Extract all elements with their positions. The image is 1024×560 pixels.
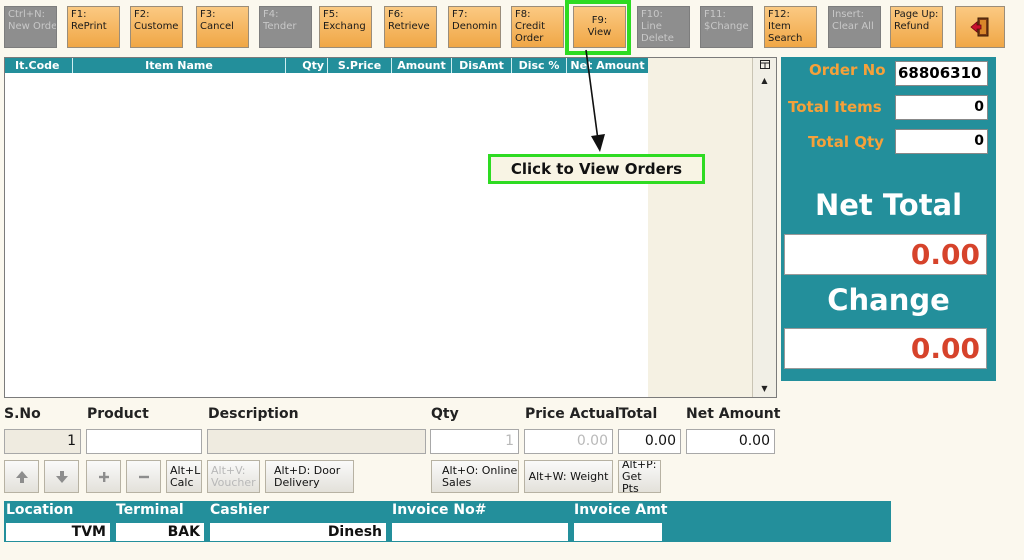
terminal-value: BAK xyxy=(116,523,204,541)
get-points-button[interactable]: Alt+P: Get Pts xyxy=(618,460,661,493)
col-disamt: DisAmt xyxy=(452,58,512,73)
sno-field: 1 xyxy=(4,429,81,454)
col-sprice: S.Price xyxy=(328,58,392,73)
net-amount-field: 0.00 xyxy=(686,429,775,454)
column-chooser-icon[interactable] xyxy=(755,58,774,70)
calc-button[interactable]: Alt+L: Calc xyxy=(166,460,202,493)
scroll-up-icon[interactable]: ▲ xyxy=(755,73,774,87)
exchange-button[interactable]: F5: Exchang xyxy=(319,6,372,48)
retrieve-button[interactable]: F6: Retrieve xyxy=(384,6,437,48)
denomination-button[interactable]: F7: Denomin xyxy=(448,6,501,48)
tender-button[interactable]: F4: Tender xyxy=(259,6,312,48)
terminal-label: Terminal xyxy=(116,502,184,518)
refund-button[interactable]: Page Up: Refund xyxy=(890,6,943,48)
plus-icon xyxy=(98,471,109,482)
cancel-button[interactable]: F3: Cancel xyxy=(196,6,249,48)
view-orders-callout: Click to View Orders xyxy=(488,154,705,184)
qty-input[interactable]: 1 xyxy=(430,429,519,454)
exit-button[interactable] xyxy=(955,6,1005,48)
arrow-up-icon xyxy=(15,470,28,483)
net-amount-label: Net Amount xyxy=(686,406,781,422)
cashier-value: Dinesh xyxy=(210,523,386,541)
item-search-button[interactable]: F12: Item Search xyxy=(764,6,817,48)
change-value: 0.00 xyxy=(784,328,987,369)
order-no-label: Order No xyxy=(809,61,886,79)
change-button[interactable]: F11: $Change xyxy=(700,6,753,48)
total-field: 0.00 xyxy=(618,429,681,454)
product-label: Product xyxy=(87,406,149,422)
weight-button[interactable]: Alt+W: Weight xyxy=(524,460,613,493)
move-up-button[interactable] xyxy=(4,460,39,493)
location-value: TVM xyxy=(6,523,110,541)
col-disc-pct: Disc % xyxy=(512,58,567,73)
price-actual-input[interactable]: 0.00 xyxy=(524,429,613,454)
scroll-down-icon[interactable]: ▼ xyxy=(755,381,774,395)
invoice-no-label: Invoice No# xyxy=(392,502,487,518)
col-net-amount: Net Amount xyxy=(570,59,645,72)
door-delivery-button[interactable]: Alt+D: Door Delivery xyxy=(265,460,354,493)
sno-label: S.No xyxy=(4,406,41,422)
reprint-button[interactable]: F1: RePrint xyxy=(67,6,120,48)
description-label: Description xyxy=(208,406,299,422)
qty-label: Qty xyxy=(431,406,459,422)
move-down-button[interactable] xyxy=(44,460,79,493)
clear-all-button[interactable]: Insert: Clear All xyxy=(828,6,881,48)
item-grid[interactable]: It.Code Item Name Qty S.Price Amount Dis… xyxy=(4,57,777,398)
grid-empty-area xyxy=(648,58,753,397)
online-sales-button[interactable]: Alt+O: Online Sales xyxy=(431,460,519,493)
col-amount: Amount xyxy=(392,58,452,73)
cashier-label: Cashier xyxy=(210,502,270,518)
customer-button[interactable]: F2: Custome xyxy=(130,6,183,48)
credit-order-button[interactable]: F8: Credit Order xyxy=(511,6,564,48)
increase-button[interactable] xyxy=(86,460,121,493)
voucher-button[interactable]: Alt+V: Voucher xyxy=(207,460,260,493)
change-label: Change xyxy=(827,283,950,317)
total-label: Total xyxy=(619,406,658,422)
decrease-button[interactable] xyxy=(126,460,161,493)
total-items-label: Total Items xyxy=(788,98,882,116)
product-input[interactable] xyxy=(86,429,202,454)
grid-header: It.Code Item Name Qty S.Price Amount Dis… xyxy=(5,58,648,73)
location-label: Location xyxy=(6,502,74,518)
invoice-amt-label: Invoice Amt xyxy=(574,502,668,518)
total-qty-label: Total Qty xyxy=(808,133,884,151)
net-total-label: Net Total xyxy=(814,188,963,222)
col-itcode: It.Code xyxy=(5,58,73,73)
summary-panel: Order No 68806310 Total Items 0 Total Qt… xyxy=(781,57,996,381)
status-footer: Location TVM Terminal BAK Cashier Dinesh… xyxy=(4,501,891,542)
exit-door-icon xyxy=(970,17,989,37)
net-total-value: 0.00 xyxy=(784,234,987,275)
col-item-name: Item Name xyxy=(73,58,286,73)
line-delete-button[interactable]: F10: Line Delete xyxy=(637,6,690,48)
total-items-value: 0 xyxy=(895,95,988,120)
price-actual-label: Price Actual xyxy=(525,406,620,422)
grid-scrollbar[interactable]: ▲ ▼ xyxy=(752,58,776,397)
invoice-no-value xyxy=(392,523,568,541)
view-button[interactable]: F9: View xyxy=(573,6,626,48)
col-qty: Qty xyxy=(286,58,328,73)
description-field xyxy=(207,429,426,454)
invoice-amt-value xyxy=(574,523,662,541)
new-order-button[interactable]: Ctrl+N: New Order xyxy=(4,6,57,48)
minus-icon xyxy=(138,475,149,478)
order-no-value: 68806310 xyxy=(895,61,988,86)
arrow-down-icon xyxy=(55,470,68,483)
total-qty-value: 0 xyxy=(895,129,988,154)
